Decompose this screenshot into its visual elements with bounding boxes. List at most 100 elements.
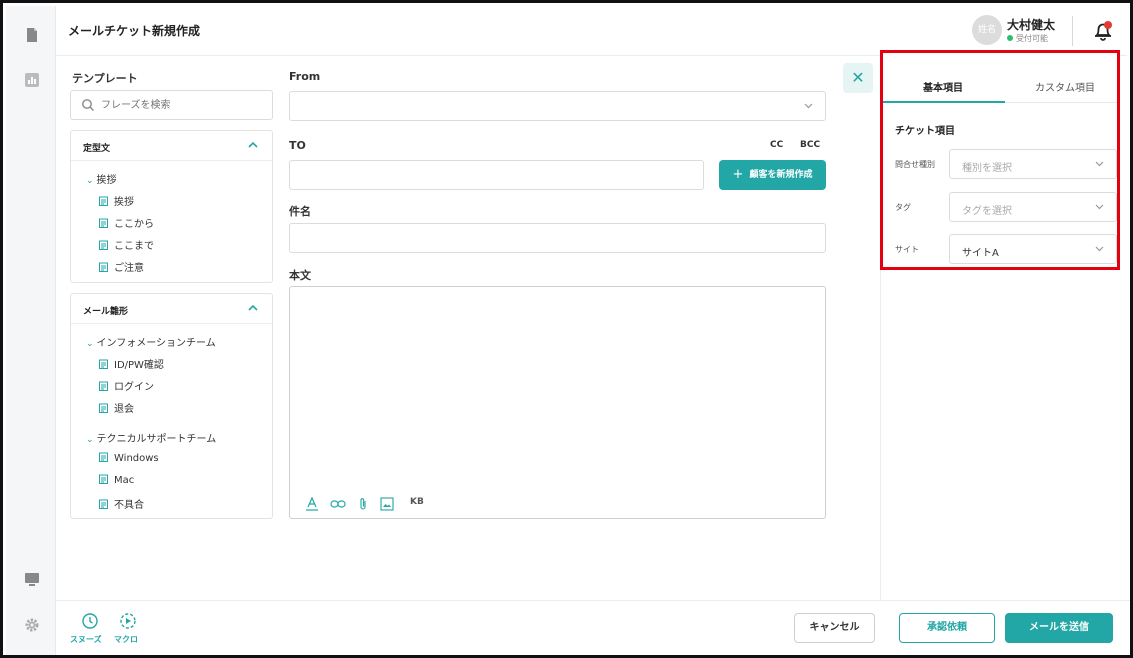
- right-panel-lower: [880, 270, 1120, 600]
- tag-select[interactable]: タグを選択: [949, 192, 1117, 222]
- tag-label: タグ: [895, 203, 911, 212]
- note-icon: [99, 381, 108, 391]
- close-panel-button[interactable]: ✕: [843, 63, 873, 93]
- clock-icon[interactable]: [81, 612, 99, 630]
- site-select[interactable]: サイトA: [949, 234, 1117, 264]
- tree-item[interactable]: ID/PW確認: [99, 356, 164, 371]
- fixed-phrase-box: 定型文 ⌄ 挨拶 挨拶 ここから ここまで ご注意: [70, 130, 273, 283]
- mail-template-box: メール雛形 ⌄ インフォメーションチーム ID/PW確認 ログイン 退会 ⌄ テクニ…: [70, 293, 273, 519]
- tree-item[interactable]: Windows: [99, 452, 159, 464]
- gear-icon[interactable]: [24, 617, 40, 633]
- ticket-fields-panel: 基本項目 カスタム項目 チケット項目 問合せ種別 種別を選択 タグ タグを選択 …: [880, 50, 1120, 270]
- note-icon: [99, 474, 108, 484]
- avatar[interactable]: 姓名: [972, 15, 1002, 45]
- plus-icon: +: [732, 167, 744, 182]
- tag-value: タグを選択: [962, 206, 1012, 217]
- fixed-phrase-header[interactable]: 定型文: [71, 131, 272, 161]
- cc-toggle[interactable]: CC: [770, 140, 783, 150]
- site-label: サイト: [895, 245, 919, 254]
- send-mail-button[interactable]: メールを送信: [1005, 613, 1113, 643]
- user-status-text: 受付可能: [1016, 34, 1048, 43]
- tree-item[interactable]: 挨拶: [99, 193, 134, 208]
- site-value: サイトA: [962, 248, 999, 259]
- note-icon: [99, 359, 108, 369]
- inquiry-type-select[interactable]: 種別を選択: [949, 149, 1117, 179]
- note-icon: [99, 218, 108, 228]
- image-icon[interactable]: [380, 497, 394, 511]
- tree-item[interactable]: ログイン: [99, 378, 154, 393]
- chevron-down-icon: [1095, 204, 1104, 210]
- to-field[interactable]: [289, 160, 704, 190]
- tree-item[interactable]: ここまで: [99, 237, 154, 252]
- status-dot-icon: [1007, 35, 1013, 41]
- macro-icon[interactable]: [119, 612, 137, 630]
- chevron-up-icon[interactable]: [248, 304, 258, 312]
- tree-item[interactable]: 退会: [99, 400, 134, 415]
- approval-request-button[interactable]: 承認依頼: [899, 613, 995, 643]
- tree-group-greeting[interactable]: ⌄ 挨拶: [86, 171, 117, 186]
- bcc-toggle[interactable]: BCC: [800, 140, 820, 150]
- from-label: From: [289, 70, 321, 83]
- chevron-up-icon[interactable]: [248, 141, 258, 149]
- macro-button[interactable]: マクロ: [114, 634, 138, 645]
- subject-input[interactable]: [290, 224, 825, 252]
- subject-label: 件名: [289, 205, 311, 218]
- new-customer-button[interactable]: + 顧客を新規作成: [719, 160, 826, 190]
- body-label: 本文: [289, 269, 311, 282]
- subject-field[interactable]: [289, 223, 826, 253]
- link-icon[interactable]: [330, 497, 346, 511]
- tree-item[interactable]: ここから: [99, 215, 154, 230]
- to-input[interactable]: [290, 161, 703, 189]
- chevron-down-icon: [1095, 246, 1104, 252]
- note-icon: [99, 262, 108, 272]
- mail-template-title: メール雛形: [83, 307, 129, 317]
- tree-group-tech-team[interactable]: ⌄ テクニカルサポートチーム: [86, 430, 216, 445]
- left-rail: [6, 6, 56, 655]
- chevron-down-icon: ⌄: [86, 176, 94, 186]
- inquiry-type-label: 問合せ種別: [895, 160, 935, 169]
- to-label: TO: [289, 139, 306, 152]
- tree-item[interactable]: 不具合: [99, 496, 144, 511]
- phrase-search[interactable]: [70, 90, 273, 120]
- note-icon: [99, 196, 108, 206]
- note-icon: [99, 403, 108, 413]
- app-frame: メールチケット新規作成 姓名 大村健太 受付可能 テンプレート 定型文 ⌄挨拶 …: [0, 0, 1133, 658]
- mail-template-header[interactable]: メール雛形: [71, 294, 272, 324]
- tree-group-info-team[interactable]: ⌄ インフォメーションチーム: [86, 334, 216, 349]
- chevron-down-icon: ⌄: [86, 339, 94, 349]
- snooze-button[interactable]: スヌーズ: [70, 634, 102, 645]
- tab-basic[interactable]: 基本項目: [923, 79, 963, 94]
- from-select[interactable]: [289, 91, 826, 121]
- phrase-search-input[interactable]: [101, 97, 261, 113]
- note-icon: [99, 452, 108, 462]
- tree-item[interactable]: Mac: [99, 474, 134, 486]
- note-icon: [99, 499, 108, 509]
- text-format-icon[interactable]: [306, 497, 318, 511]
- user-status[interactable]: 受付可能: [1007, 33, 1048, 44]
- header-bar: メールチケット新規作成 姓名 大村健太 受付可能: [56, 6, 1127, 56]
- chevron-down-icon: [804, 103, 813, 109]
- footer-bar: スヌーズ マクロ キャンセル 承認依頼 メールを送信: [56, 600, 1130, 655]
- ticket-section-title: チケット項目: [895, 126, 955, 137]
- bell-icon[interactable]: [1092, 20, 1114, 42]
- header-divider: [1072, 16, 1073, 46]
- chevron-down-icon: ⌄: [86, 435, 94, 445]
- close-icon: ✕: [851, 68, 865, 87]
- inquiry-type-value: 種別を選択: [962, 163, 1012, 174]
- tree-item[interactable]: ご注意: [99, 259, 144, 274]
- document-icon[interactable]: [24, 27, 40, 43]
- fixed-phrase-title: 定型文: [83, 144, 111, 154]
- chart-icon[interactable]: [24, 72, 40, 88]
- monitor-icon[interactable]: [24, 571, 40, 587]
- user-name: 大村健太: [1007, 18, 1056, 32]
- chevron-down-icon: [1095, 161, 1104, 167]
- kb-button[interactable]: KB: [410, 497, 424, 507]
- template-heading: テンプレート: [72, 72, 138, 85]
- body-editor[interactable]: KB: [289, 286, 826, 519]
- note-icon: [99, 240, 108, 250]
- cancel-button[interactable]: キャンセル: [794, 613, 875, 643]
- page-title: メールチケット新規作成: [68, 24, 201, 38]
- attachment-icon[interactable]: [358, 497, 368, 511]
- tab-active-indicator: [883, 101, 1005, 103]
- tab-custom[interactable]: カスタム項目: [1035, 79, 1095, 94]
